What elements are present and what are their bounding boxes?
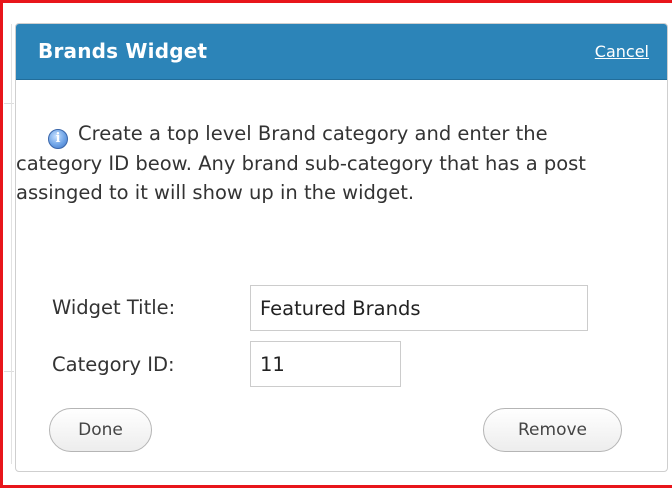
annotation-border [0, 0, 672, 488]
